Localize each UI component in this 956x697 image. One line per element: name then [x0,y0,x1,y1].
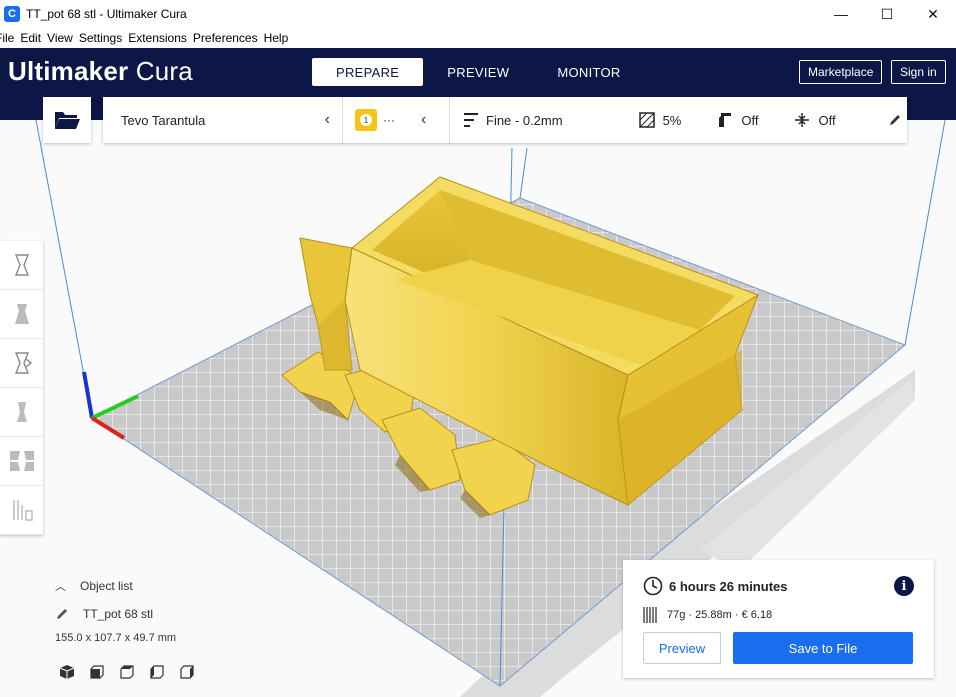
profile-label: Fine - 0.2mm [486,112,563,128]
title-bar: C TT_pot 68 stl - Ultimaker Cura — ☐ ✕ [0,0,956,28]
clock-icon [643,576,663,596]
adhesion-value: Off [818,112,836,128]
preview-button[interactable]: Preview [643,632,721,664]
print-time: 6 hours 26 minutes [669,578,788,594]
support-blocker-tool[interactable] [0,486,43,535]
view-3d-button[interactable] [58,661,88,683]
chevron-left-icon: ‹ [324,111,330,128]
info-icon[interactable]: i [894,576,914,596]
menu-file[interactable]: File [0,31,20,45]
extruder-number: 1 [360,114,372,126]
profile-selector[interactable]: Fine - 0.2mm [464,113,563,128]
mirror-icon [16,402,27,422]
minimize-button[interactable]: — [818,0,864,28]
marketplace-button[interactable]: Marketplace [799,60,883,84]
material-usage: 77g · 25.88m · € 6.18 [667,609,773,621]
mirror-tool[interactable] [0,388,43,437]
sign-in-button[interactable]: Sign in [891,60,946,84]
rotate-icon [14,352,32,374]
window-title: TT_pot 68 stl - Ultimaker Cura [26,7,187,21]
menu-view[interactable]: View [47,31,79,45]
rotate-tool[interactable] [0,339,43,388]
build-volume-edge [519,147,528,199]
view-top-button[interactable] [118,661,148,683]
cube-3d-icon [59,665,75,679]
menu-settings[interactable]: Settings [79,31,128,45]
view-front-button[interactable] [88,661,118,683]
tab-monitor[interactable]: MONITOR [533,58,644,86]
object-dimensions: 155.0 x 107.7 x 49.7 mm [55,632,177,644]
object-name-row[interactable]: TT_pot 68 stl [55,607,153,621]
cube-front-icon [90,665,104,679]
support-value: Off [741,112,759,128]
print-time-row: 6 hours 26 minutes [643,576,787,596]
menu-help[interactable]: Help [264,31,295,45]
save-to-file-button[interactable]: Save to File [733,632,913,664]
profile-icon [464,113,478,127]
custom-settings-button[interactable] [888,113,902,127]
menu-bar: File Edit View Settings Extensions Prefe… [0,28,956,48]
print-summary-panel: 6 hours 26 minutes i 77g · 25.88m · € 6.… [623,560,934,678]
brand-logo: Ultimaker Cura [8,56,193,87]
tool-strip [0,241,43,535]
z-axis [82,371,94,419]
pencil-icon [889,115,900,125]
infill-setting[interactable]: 5% [638,112,682,128]
open-file-button[interactable] [43,97,91,143]
adhesion-setting[interactable]: Off [794,112,836,128]
support-setting[interactable]: Off [717,112,758,128]
view-left-button[interactable] [148,661,178,683]
menu-extensions[interactable]: Extensions [128,31,193,45]
scale-icon [14,304,29,324]
camera-view-buttons [58,661,208,683]
support-blocker-icon [12,500,33,521]
maximize-button[interactable]: ☐ [864,0,910,28]
printer-name: Tevo Tarantula [121,112,206,128]
object-list-title: Object list [80,579,133,593]
chevron-left-icon: ‹ [421,111,427,128]
folder-icon [55,112,80,129]
menu-preferences[interactable]: Preferences [193,31,264,45]
build-volume-edge [904,120,946,346]
print-setup-bar: Tevo Tarantula ‹ 1 ··· ‹ Fine - 0.2mm 5%… [103,97,907,143]
move-icon [14,254,29,276]
brand-product: Cura [135,56,193,86]
close-button[interactable]: ✕ [910,0,956,28]
extruder-selector[interactable]: 1 ··· ‹ [343,97,450,143]
adhesion-icon [795,113,810,127]
infill-value: 5% [662,112,682,128]
per-model-settings-tool[interactable] [0,437,43,486]
stage-tabs: PREPARE PREVIEW MONITOR [312,58,645,86]
tab-preview[interactable]: PREVIEW [423,58,533,86]
brand-name: Ultimaker [8,56,129,86]
view-right-button[interactable] [178,661,208,683]
cube-right-icon [180,665,194,679]
per-model-settings-icon [9,451,34,471]
support-icon [719,113,732,127]
scale-tool[interactable] [0,290,43,339]
extruder-icon: 1 [355,109,377,131]
pencil-icon [57,609,67,619]
cube-left-icon [150,665,164,679]
extruder-material: ··· [383,113,395,127]
chevron-up-icon: ︿ [55,581,66,593]
material-row: 77g · 25.88m · € 6.18 [643,606,772,624]
object-name: TT_pot 68 stl [83,607,154,621]
menu-edit[interactable]: Edit [20,31,47,45]
move-tool[interactable] [0,241,43,290]
object-list-toggle[interactable]: ︿ Object list [55,578,133,594]
window-controls: — ☐ ✕ [818,0,956,28]
infill-icon [638,112,655,128]
cube-top-icon [120,665,134,679]
printer-selector[interactable]: Tevo Tarantula ‹ [103,97,343,143]
tab-prepare[interactable]: PREPARE [312,58,424,86]
spool-icon [643,607,657,623]
cura-app-icon: C [4,6,20,22]
